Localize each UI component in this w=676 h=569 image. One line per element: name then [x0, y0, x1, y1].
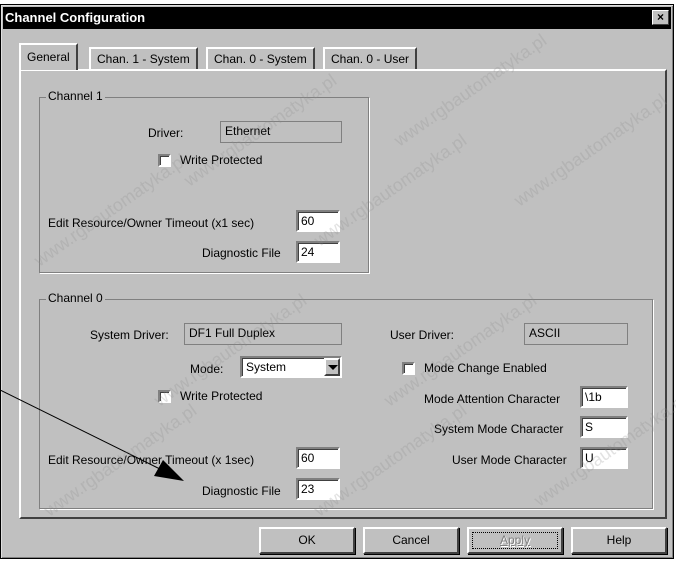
channel0-group-label: Channel 0 [46, 291, 105, 305]
close-icon[interactable]: × [652, 10, 669, 25]
channel0-write-protected-checkbox[interactable] [158, 390, 171, 403]
channel1-driver-field: Ethernet [220, 121, 342, 143]
channel1-write-protected-label: Write Protected [180, 153, 263, 167]
channel0-group: Channel 0 System Driver: DF1 Full Duplex… [39, 291, 653, 509]
title-bar[interactable]: Channel Configuration × [3, 7, 671, 29]
channel1-timeout-input[interactable]: 60 [296, 210, 340, 232]
help-button[interactable]: Help [571, 527, 667, 554]
apply-button[interactable]: Apply [467, 527, 563, 554]
channel-configuration-dialog: Channel Configuration × General Chan. 1 … [0, 4, 674, 559]
channel0-diagnostic-label: Diagnostic File [202, 484, 281, 498]
system-mode-char-input[interactable]: S [580, 416, 628, 438]
channel0-diagnostic-input[interactable]: 23 [296, 478, 340, 500]
channel0-system-driver-label: System Driver: [90, 328, 169, 342]
mode-change-enabled-checkbox[interactable] [402, 362, 415, 375]
channel1-group-label: Channel 1 [46, 89, 105, 103]
channel0-timeout-input[interactable]: 60 [296, 447, 340, 469]
user-mode-char-input[interactable]: U [580, 447, 628, 469]
general-tab-panel: Channel 1 Driver: Ethernet Write Protect… [19, 69, 667, 519]
channel0-timeout-label: Edit Resource/Owner Timeout (x 1sec) [48, 453, 255, 467]
channel0-mode-value: System [246, 360, 287, 374]
channel1-diagnostic-label: Diagnostic File [202, 246, 281, 260]
user-mode-char-label: User Mode Character [452, 453, 567, 467]
channel0-system-driver-field: DF1 Full Duplex [184, 323, 342, 345]
tab-chan0-system[interactable]: Chan. 0 - System [206, 47, 315, 69]
channel1-diagnostic-input[interactable]: 24 [296, 241, 340, 263]
cancel-button[interactable]: Cancel [363, 527, 459, 554]
channel0-user-driver-field: ASCII [524, 323, 628, 345]
channel1-write-protected-checkbox[interactable] [158, 154, 171, 167]
channel0-mode-label: Mode: [190, 362, 224, 376]
tab-chan1-system[interactable]: Chan. 1 - System [89, 47, 198, 69]
channel1-driver-label: Driver: [148, 126, 184, 140]
mode-attention-input[interactable]: \1b [580, 386, 628, 408]
mode-attention-label: Mode Attention Character [424, 392, 561, 406]
channel1-group: Channel 1 Driver: Ethernet Write Protect… [39, 89, 369, 273]
mode-change-enabled-label: Mode Change Enabled [424, 361, 547, 375]
chevron-down-icon[interactable] [324, 358, 340, 376]
channel0-mode-select[interactable]: System [240, 356, 342, 378]
channel0-write-protected-label: Write Protected [180, 389, 263, 403]
window-title: Channel Configuration [5, 10, 146, 25]
channel1-timeout-label: Edit Resource/Owner Timeout (x1 sec) [48, 216, 255, 230]
system-mode-char-label: System Mode Character [434, 422, 564, 436]
ok-button[interactable]: OK [259, 527, 355, 554]
tab-general[interactable]: General [19, 43, 78, 70]
channel0-user-driver-label: User Driver: [390, 328, 455, 342]
tab-chan0-user[interactable]: Chan. 0 - User [323, 47, 418, 69]
